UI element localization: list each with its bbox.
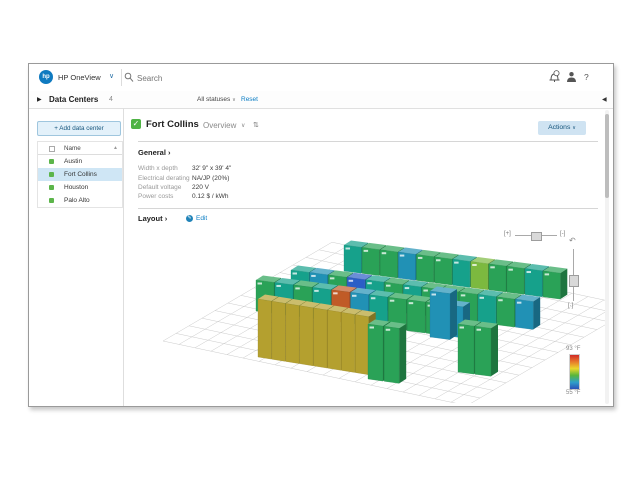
field-label: Default voltage: [138, 184, 181, 191]
app-window: hp HP OneView ∨ ? ▶ Data Centers 4 All s…: [28, 63, 614, 407]
field-label: Width x depth: [138, 165, 178, 172]
edit-icon: ✎: [186, 215, 193, 222]
brand-chevron-icon[interactable]: ∨: [109, 72, 114, 80]
datacenter-3d-view[interactable]: [138, 229, 608, 403]
resource-title: Fort Collins: [146, 119, 199, 130]
temperature-legend-gradient: [569, 354, 580, 390]
view-selector[interactable]: Overview: [203, 121, 236, 130]
zoom-in-label[interactable]: [+]: [504, 231, 511, 237]
add-data-center-button[interactable]: + Add data center: [37, 121, 121, 136]
field-value: 32' 9" x 39' 4": [192, 165, 231, 172]
list-header[interactable]: Name ▲: [38, 142, 122, 155]
view-selector-chevron-icon[interactable]: ∨: [241, 122, 245, 129]
field-value: NA/JP (20%): [192, 175, 229, 182]
resource-header-bar: [29, 91, 613, 109]
list-item-austin[interactable]: Austin: [38, 155, 122, 168]
sort-asc-icon: ▲: [113, 145, 118, 151]
status-column-icon: [49, 146, 55, 152]
field-label: Electrical derating: [138, 175, 190, 182]
tilt-reset-label[interactable]: [·]: [568, 303, 573, 309]
list-item-fort-collins[interactable]: Fort Collins: [38, 168, 122, 181]
field-value: 220 V: [192, 184, 209, 191]
status-filter[interactable]: All statuses ∨: [197, 96, 236, 103]
name-column-header[interactable]: Name: [64, 145, 81, 152]
field-label: Power costs: [138, 193, 173, 200]
list-item-houston[interactable]: Houston: [38, 181, 122, 194]
field-value: 0.12 $ / kWh: [192, 193, 229, 200]
status-ok-icon: [49, 185, 54, 190]
panel-collapse-icon[interactable]: ◀: [602, 96, 607, 103]
search-icon: [124, 72, 134, 83]
help-button[interactable]: ?: [584, 72, 589, 82]
actions-button[interactable]: Actions ∨: [538, 121, 586, 135]
reset-filter-link[interactable]: Reset: [241, 96, 258, 103]
related-resources-icon[interactable]: ⇅: [253, 121, 259, 129]
rotate-icon[interactable]: ↶: [569, 236, 576, 245]
status-ok-icon: [49, 172, 54, 177]
main-menu-expander-icon[interactable]: ▶: [37, 96, 42, 103]
zoom-slider-handle[interactable]: [531, 232, 542, 241]
scrollbar-thumb[interactable]: [605, 114, 609, 198]
user-icon[interactable]: [566, 71, 577, 83]
search-input[interactable]: [135, 69, 289, 87]
brand-label[interactable]: HP OneView: [58, 73, 101, 82]
status-ok-icon: [49, 198, 54, 203]
data-center-list: Name ▲ Austin Fort Collins Houston Palo …: [37, 141, 123, 208]
page-title: Data Centers: [49, 95, 98, 104]
alerts-bell-icon[interactable]: [548, 70, 561, 84]
notification-badge: [554, 71, 559, 76]
layout-section-heading[interactable]: Layout ›: [138, 214, 167, 223]
filter-chevron-icon: ∨: [232, 97, 236, 103]
top-bar: [29, 64, 613, 92]
sidebar-divider: [123, 108, 124, 406]
divider: [138, 141, 598, 142]
legend-min-label: 55 °F: [566, 390, 580, 396]
edit-layout-link[interactable]: Edit: [196, 215, 207, 222]
general-section-heading[interactable]: General ›: [138, 148, 171, 157]
actions-chevron-icon: ∨: [572, 125, 576, 131]
zoom-out-label[interactable]: [-]: [560, 231, 565, 237]
tilt-slider-handle[interactable]: [569, 275, 579, 287]
list-item-palo-alto[interactable]: Palo Alto: [38, 194, 122, 207]
legend-max-label: 93 °F: [566, 346, 580, 352]
status-ok-icon: [49, 159, 54, 164]
resource-count: 4: [109, 96, 113, 103]
status-ok-icon: ✓: [131, 119, 141, 129]
topbar-divider: [121, 69, 122, 86]
hp-logo[interactable]: hp: [39, 70, 53, 84]
divider: [138, 208, 598, 209]
